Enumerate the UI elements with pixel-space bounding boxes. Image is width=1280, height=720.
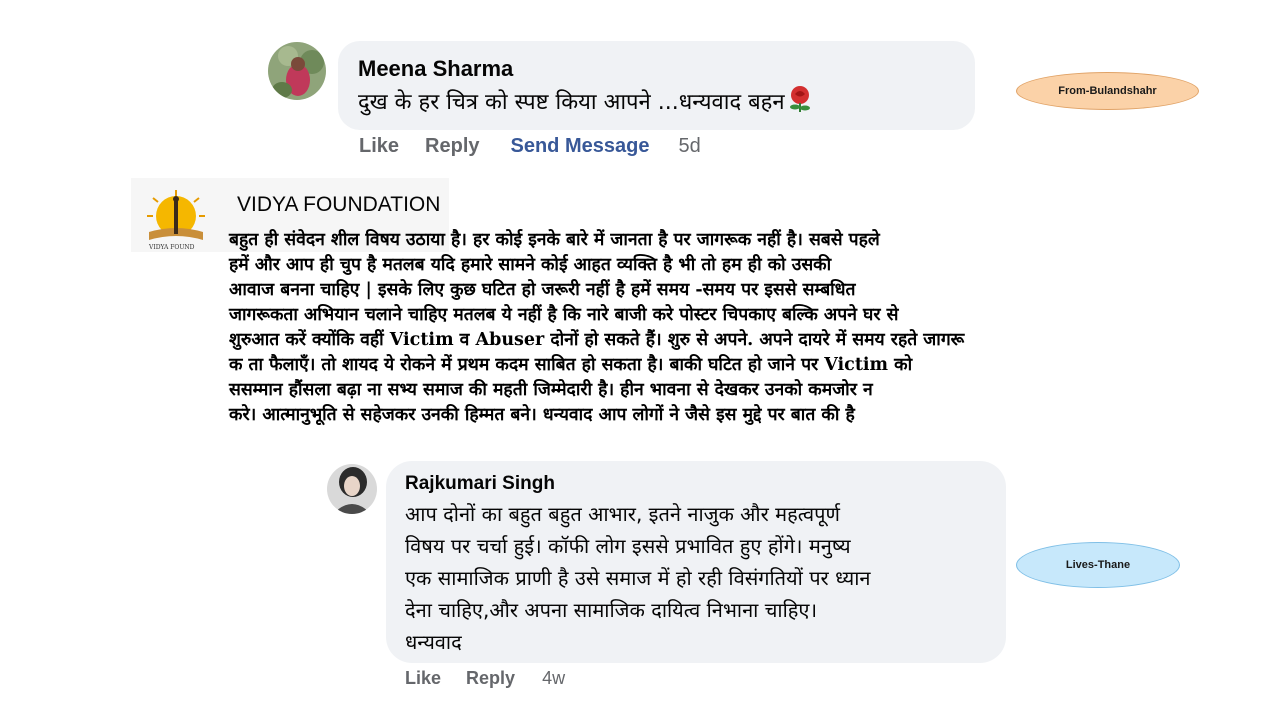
comment-line: क ता फैलाएँ। तो शायद ये रोकने में प्रथम … <box>229 355 913 375</box>
tag-label: From-Bulandshahr <box>1058 85 1157 97</box>
reply-button[interactable]: Reply <box>466 668 515 689</box>
location-tag-bulandshahr: From-Bulandshahr <box>1016 72 1199 110</box>
comment-timestamp[interactable]: 5d <box>678 135 700 158</box>
comment-line: ससम्मान हौंसला बढ़ा ना सभ्य समाज की महती… <box>229 380 873 400</box>
avatar-rajkumari-singh[interactable] <box>327 464 377 514</box>
comment-line: आप दोनों का बहुत बहुत आभार, इतने नाजुक औ… <box>405 502 840 526</box>
comment-line: करे। आत्मानुभूति से सहेजकर उनकी हिम्मत ब… <box>229 405 855 425</box>
like-button[interactable]: Like <box>405 668 441 689</box>
comment-line: विषय पर चर्चा हुई। कॉफी लोग इससे प्रभावि… <box>405 534 851 558</box>
comment-timestamp[interactable]: 4w <box>542 668 565 689</box>
send-message-button[interactable]: Send Message <box>511 135 650 158</box>
comment-actions-rajkumari: Like Reply 4w <box>405 668 565 689</box>
profile-photo-icon <box>268 42 326 100</box>
comment-author[interactable]: Meena Sharma <box>358 56 513 82</box>
comment-line: हमें और आप ही चुप है मतलब यदि हमारे सामन… <box>229 255 832 275</box>
comment-line: आवाज बनना चाहिए | इसके लिए कुछ घटित हो ज… <box>229 280 856 300</box>
comment-text-vidya: बहुत ही संवेदन शील विषय उठाया है। हर कोई… <box>229 228 1229 428</box>
comment-text: आप दोनों का बहुत बहुत आभार, इतने नाजुक औ… <box>405 498 871 658</box>
avatar-meena-sharma[interactable] <box>268 42 326 100</box>
profile-photo-icon <box>327 464 377 514</box>
rose-icon <box>787 85 813 117</box>
comment-actions-meena: Like Reply Send Message 5d <box>359 135 701 158</box>
comment-line: एक सामाजिक प्राणी है उसे समाज में हो रही… <box>405 566 871 590</box>
comment-text: दुख के हर चित्र को स्पष्ट किया आपने ...ध… <box>358 90 785 115</box>
comment-line: जागरूकता अभियान चलाने चाहिए मतलब ये नहीं… <box>229 305 899 325</box>
comment-author[interactable]: Rajkumari Singh <box>405 473 555 495</box>
foundation-emblem-icon <box>147 190 205 240</box>
logo-caption: VIDYA FOUND <box>149 244 195 251</box>
comment-line: बहुत ही संवेदन शील विषय उठाया है। हर कोई… <box>229 230 880 250</box>
comment-line: धन्यवाद <box>405 630 462 654</box>
comment-author[interactable]: VIDYA FOUNDATION <box>237 193 440 217</box>
comment-line: शुरुआत करें क्योंकि वहीं Victim व Abuser… <box>229 330 965 350</box>
comment-bubble-meena: Meena Sharma दुख के हर चित्र को स्पष्ट क… <box>338 41 975 130</box>
location-tag-thane: Lives-Thane <box>1016 542 1180 588</box>
comment-bubble-rajkumari: Rajkumari Singh आप दोनों का बहुत बहुत आभ… <box>386 461 1006 663</box>
like-button[interactable]: Like <box>359 135 399 158</box>
comment-line: देना चाहिए,और अपना सामाजिक दायित्व निभान… <box>405 598 818 622</box>
reply-button[interactable]: Reply <box>425 135 479 158</box>
tag-label: Lives-Thane <box>1065 559 1131 571</box>
